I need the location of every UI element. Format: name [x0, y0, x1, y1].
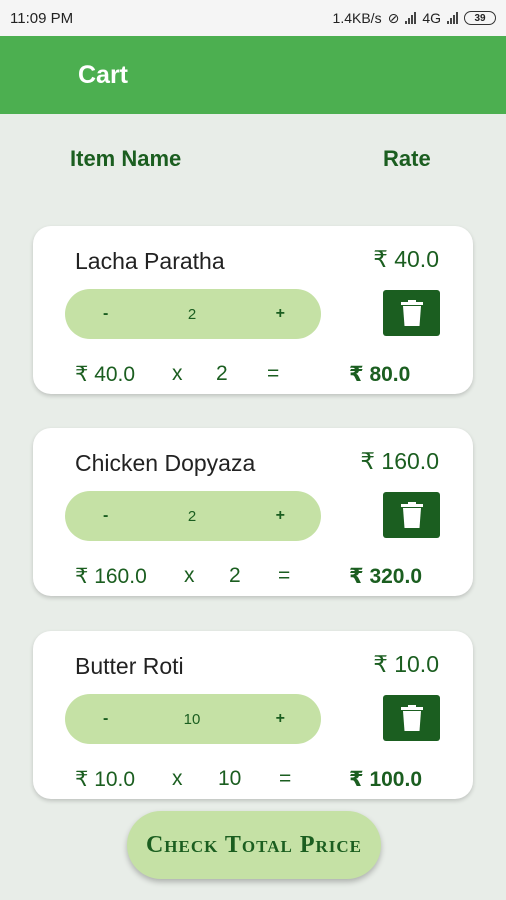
quantity-stepper: - 2 +: [65, 491, 321, 541]
multiply-sign: x: [172, 767, 183, 790]
no-sim-icon: ⊘: [387, 9, 400, 26]
quantity-value: 2: [187, 305, 197, 323]
decrement-button[interactable]: -: [103, 305, 108, 323]
line-total: ₹ 100.0: [349, 768, 422, 791]
decrement-button[interactable]: -: [103, 507, 108, 525]
increment-button[interactable]: +: [276, 507, 285, 525]
page-title: Cart: [78, 60, 129, 89]
status-icons: 1.4KB/s ⊘ 4G 39: [333, 10, 496, 27]
item-rate: ₹ 10.0: [373, 651, 439, 677]
app-bar: Cart: [0, 36, 506, 114]
table-header: Item Name Rate: [0, 146, 506, 178]
status-time: 11:09 PM: [10, 9, 74, 27]
equals-sign: =: [279, 767, 292, 790]
decrement-button[interactable]: -: [103, 710, 108, 728]
unit-price: ₹ 40.0: [75, 363, 136, 386]
item-name: Lacha Paratha: [75, 248, 225, 274]
multiply-sign: x: [184, 564, 195, 587]
quantity-value: 2: [187, 507, 197, 525]
signal-icon-2: [447, 12, 458, 24]
network-type: 4G: [422, 10, 441, 26]
item-rate: ₹ 40.0: [373, 246, 439, 272]
quantity-stepper: - 10 +: [65, 694, 321, 744]
item-name: Butter Roti: [75, 653, 184, 679]
line-total: ₹ 80.0: [349, 363, 411, 386]
calc-quantity: 2: [229, 564, 241, 587]
header-rate: Rate: [383, 146, 431, 171]
cart-item-card: Chicken Dopyaza ₹ 160.0 - 2 + ₹ 160.0 x …: [33, 428, 473, 596]
signal-icon: [405, 12, 417, 24]
quantity-value: 10: [183, 710, 201, 728]
trash-icon: [400, 705, 423, 731]
delete-button[interactable]: [383, 492, 440, 538]
item-rate: ₹ 160.0: [360, 448, 439, 474]
net-speed: 1.4KB/s: [332, 10, 382, 26]
cart-item-card: Lacha Paratha ₹ 40.0 - 2 + ₹ 40.0 x 2 = …: [33, 226, 473, 394]
delete-button[interactable]: [383, 290, 440, 336]
item-name: Chicken Dopyaza: [75, 450, 256, 476]
delete-button[interactable]: [383, 695, 440, 741]
unit-price: ₹ 160.0: [75, 565, 147, 588]
header-item-name: Item Name: [70, 146, 182, 171]
increment-button[interactable]: +: [276, 305, 285, 323]
increment-button[interactable]: +: [276, 710, 285, 728]
equals-sign: =: [267, 362, 280, 385]
trash-icon: [400, 300, 423, 326]
calc-quantity: 2: [216, 362, 228, 385]
calc-quantity: 10: [218, 767, 242, 790]
unit-price: ₹ 10.0: [75, 768, 136, 791]
equals-sign: =: [278, 564, 291, 587]
trash-icon: [400, 502, 423, 528]
quantity-stepper: - 2 +: [65, 289, 321, 339]
line-total: ₹ 320.0: [349, 565, 422, 588]
battery-icon: 39: [464, 11, 496, 25]
multiply-sign: x: [172, 362, 183, 385]
cart-item-card: Butter Roti ₹ 10.0 - 10 + ₹ 10.0 x 10 = …: [33, 631, 473, 799]
check-total-price-button[interactable]: Check Total Price: [127, 811, 381, 879]
status-bar: 11:09 PM 1.4KB/s ⊘ 4G 39: [0, 0, 506, 36]
